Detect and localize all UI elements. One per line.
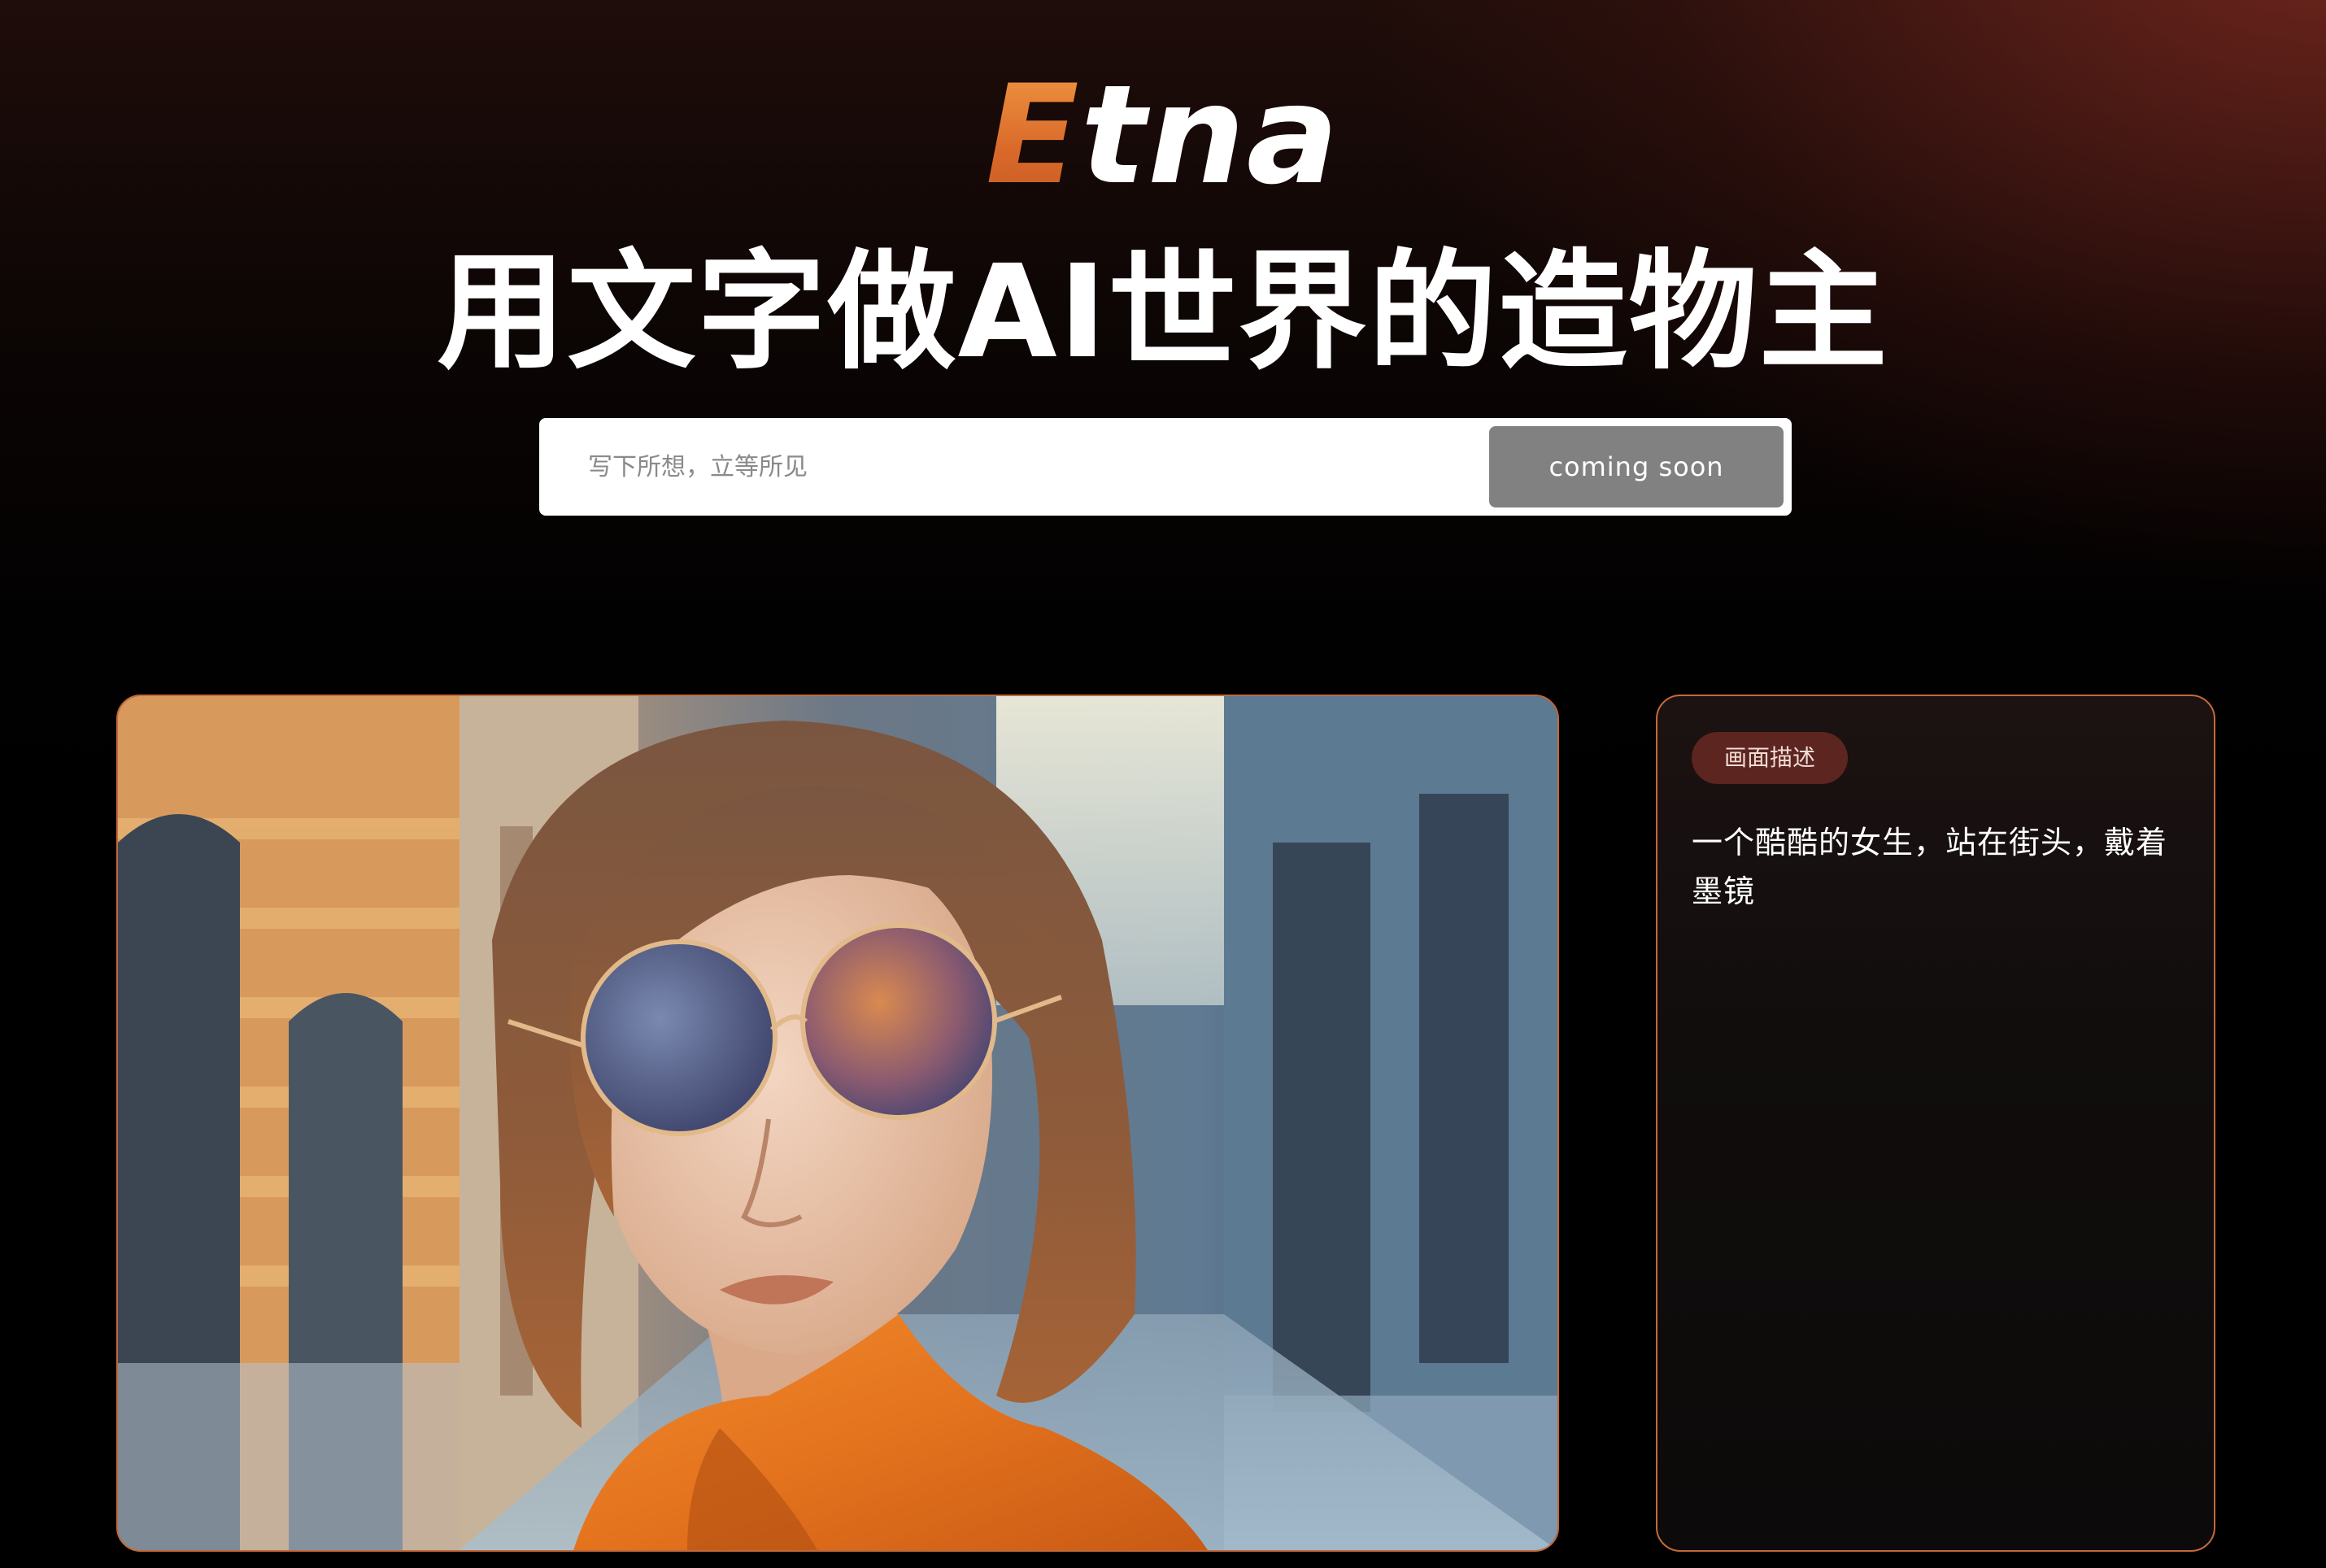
coming-soon-button[interactable]: coming soon xyxy=(1489,426,1784,507)
generated-image-card[interactable] xyxy=(116,695,1559,1552)
prompt-input[interactable] xyxy=(588,418,1474,516)
logo-wordmark: tna xyxy=(1080,55,1341,215)
description-tag: 画面描述 xyxy=(1692,732,1849,784)
etna-logo[interactable]: Etna xyxy=(0,67,2326,203)
prompt-search-bar: coming soon xyxy=(539,418,1792,516)
description-text: 一个酷酷的女生，站在街头，戴着墨镜 xyxy=(1692,825,2168,909)
logo-letter-e: E xyxy=(985,55,1081,215)
hero-headline: 用文字做AI世界的造物主 xyxy=(437,237,1889,387)
portrait-photo-image xyxy=(118,696,1557,1550)
description-panel: 画面描述 一个酷酷的女生，站在街头，戴着墨镜 xyxy=(1656,695,2215,1552)
